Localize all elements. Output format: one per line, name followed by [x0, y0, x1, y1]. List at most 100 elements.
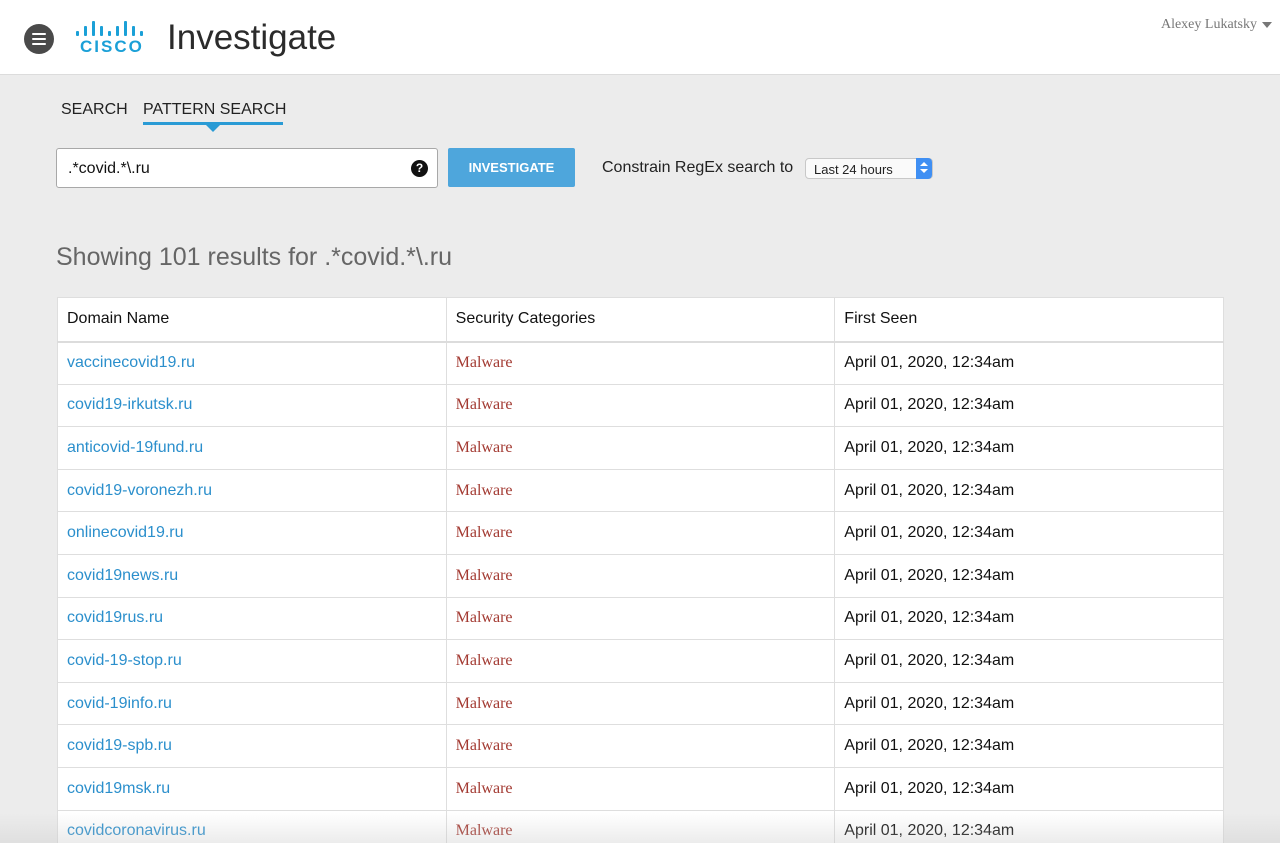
category-cell: Malware [445, 809, 836, 843]
table-row[interactable]: covid19rus.ru Malware April 01, 2020, 12:3… [57, 596, 1224, 641]
security-category: Malware [455, 438, 513, 456]
category-cell: Malware [445, 426, 836, 470]
category-cell: Malware [445, 596, 836, 641]
category-cell: Malware [445, 383, 836, 428]
domain-cell: covid19rus.ru [57, 596, 447, 641]
category-cell: Malware [445, 341, 836, 385]
investigate-button[interactable]: INVESTIGATE [448, 148, 575, 187]
security-category: Malware [455, 651, 513, 669]
first-seen-value: April 01, 2020, 12:34am [844, 694, 1015, 712]
table-row[interactable]: covid19-voronezh.ru Malware April 01, 2020… [57, 468, 1224, 513]
user-name: Alexey Lukatsky [1160, 17, 1257, 32]
domain-link[interactable]: covid19-spb.ru [67, 737, 172, 754]
first-seen-value: April 01, 2020, 12:34am [844, 396, 1015, 414]
first-seen-value: April 01, 2020, 12:34am [844, 822, 1015, 840]
domain-link[interactable]: covid19msk.ru [67, 780, 170, 797]
security-category: Malware [455, 737, 513, 755]
tab-search[interactable]: SEARCH [61, 101, 128, 119]
domain-cell: covid19msk.ru [57, 766, 447, 811]
domain-cell: covid19news.ru [57, 553, 447, 598]
table-row[interactable]: covid19-irkutsk.ru Malware April 01, 2020,… [57, 383, 1224, 428]
domain-cell: covid19-irkutsk.ru [57, 383, 447, 428]
category-cell: Malware [445, 511, 836, 555]
domain-link[interactable]: covid-19info.ru [67, 695, 172, 712]
table-row[interactable]: covid-19info.ru Malware April 01, 2020, 12… [57, 681, 1224, 726]
security-category: Malware [455, 822, 513, 840]
first-seen-cell: April 01, 2020, 12:34am [834, 596, 1224, 641]
category-cell: Malware [445, 553, 836, 598]
tab-pattern-search[interactable]: PATTERN SEARCH [143, 101, 286, 119]
cisco-bridge-icon [74, 18, 146, 36]
first-seen-value: April 01, 2020, 12:34am [844, 737, 1015, 755]
app-title: Investigate [167, 18, 337, 57]
domain-cell: onlinecovid19.ru [57, 511, 447, 555]
security-category: Malware [455, 396, 513, 414]
first-seen-value: April 01, 2020, 12:34am [844, 779, 1015, 797]
table-row[interactable]: anticovid-19fund.ru Malware April 01, 2020… [57, 426, 1224, 470]
domain-cell: covid-19info.ru [57, 681, 447, 726]
hamburger-menu-icon[interactable] [24, 24, 54, 54]
constrain-label: Constrain RegEx search to [602, 159, 794, 176]
domain-cell: vaccinecovid19.ru [57, 341, 447, 385]
security-category: Malware [455, 354, 513, 372]
caret-down-icon [1262, 21, 1272, 28]
security-category: Malware [455, 694, 513, 712]
first-seen-value: April 01, 2020, 12:34am [844, 651, 1015, 669]
first-seen-cell: April 01, 2020, 12:34am [834, 511, 1224, 555]
domain-link[interactable]: covid19news.ru [67, 567, 178, 584]
active-tab-caret-icon [206, 125, 220, 132]
table-header-row: Domain Name Security Categories First Se… [57, 297, 1224, 343]
select-arrows-icon [916, 158, 932, 179]
results-table: Domain Name Security Categories First Se… [57, 297, 1224, 843]
user-menu[interactable]: Alexey Lukatsky [1161, 17, 1272, 33]
first-seen-value: April 01, 2020, 12:34am [844, 354, 1015, 372]
pattern-search-input[interactable] [68, 158, 398, 180]
time-range-select[interactable]: Last 24 hours [805, 158, 933, 179]
column-header-domain[interactable]: Domain Name [57, 297, 447, 343]
security-category: Malware [455, 481, 513, 499]
table-row[interactable]: covid19news.ru Malware April 01, 2020, 12:… [57, 553, 1224, 598]
table-row[interactable]: covid19msk.ru Malware April 01, 2020, 12:3… [57, 766, 1224, 811]
category-cell: Malware [445, 766, 836, 811]
category-cell: Malware [445, 724, 836, 768]
domain-cell: covidcoronavirus.ru [57, 809, 447, 843]
domain-link[interactable]: covid-19-stop.ru [67, 652, 182, 669]
first-seen-cell: April 01, 2020, 12:34am [834, 639, 1224, 683]
category-cell: Malware [445, 639, 836, 683]
domain-link[interactable]: covidcoronavirus.ru [67, 822, 206, 839]
table-row[interactable]: vaccinecovid19.ru Malware April 01, 2020, … [57, 341, 1224, 385]
table-row[interactable]: covid-19-stop.ru Malware April 01, 2020, 1… [57, 639, 1224, 683]
table-row[interactable]: covid19-spb.ru Malware April 01, 2020, 12:… [57, 724, 1224, 768]
domain-link[interactable]: covid19rus.ru [67, 609, 163, 626]
column-header-first-seen[interactable]: First Seen [834, 297, 1224, 343]
domain-link[interactable]: covid19-voronezh.ru [67, 482, 212, 499]
domain-cell: covid-19-stop.ru [57, 639, 447, 683]
first-seen-value: April 01, 2020, 12:34am [844, 524, 1015, 542]
domain-link[interactable]: vaccinecovid19.ru [67, 354, 195, 371]
first-seen-value: April 01, 2020, 12:34am [844, 609, 1015, 627]
security-category: Malware [455, 566, 513, 584]
first-seen-cell: April 01, 2020, 12:34am [834, 809, 1224, 843]
security-category: Malware [455, 779, 513, 797]
table-row[interactable]: onlinecovid19.ru Malware April 01, 2020, 1… [57, 511, 1224, 555]
first-seen-cell: April 01, 2020, 12:34am [834, 766, 1224, 811]
help-icon[interactable]: ? [411, 160, 428, 177]
column-header-categories[interactable]: Security Categories [445, 297, 836, 343]
time-range-value: Last 24 hours [814, 162, 893, 177]
table-row[interactable]: covidcoronavirus.ru Malware April 01, 2020… [57, 809, 1224, 843]
first-seen-cell: April 01, 2020, 12:34am [834, 426, 1224, 470]
category-cell: Malware [445, 468, 836, 513]
domain-cell: anticovid-19fund.ru [57, 426, 447, 470]
first-seen-value: April 01, 2020, 12:34am [844, 438, 1015, 456]
first-seen-cell: April 01, 2020, 12:34am [834, 724, 1224, 768]
first-seen-cell: April 01, 2020, 12:34am [834, 681, 1224, 726]
first-seen-cell: April 01, 2020, 12:34am [834, 553, 1224, 598]
cisco-logo[interactable]: CISCO [74, 18, 146, 58]
top-bar: CISCO Investigate Alexey Lukatsky [0, 0, 1280, 75]
domain-link[interactable]: onlinecovid19.ru [67, 524, 184, 541]
domain-link[interactable]: covid19-irkutsk.ru [67, 396, 192, 413]
first-seen-cell: April 01, 2020, 12:34am [834, 383, 1224, 428]
domain-link[interactable]: anticovid-19fund.ru [67, 439, 203, 456]
first-seen-value: April 01, 2020, 12:34am [844, 481, 1015, 499]
domain-cell: covid19-voronezh.ru [57, 468, 447, 513]
